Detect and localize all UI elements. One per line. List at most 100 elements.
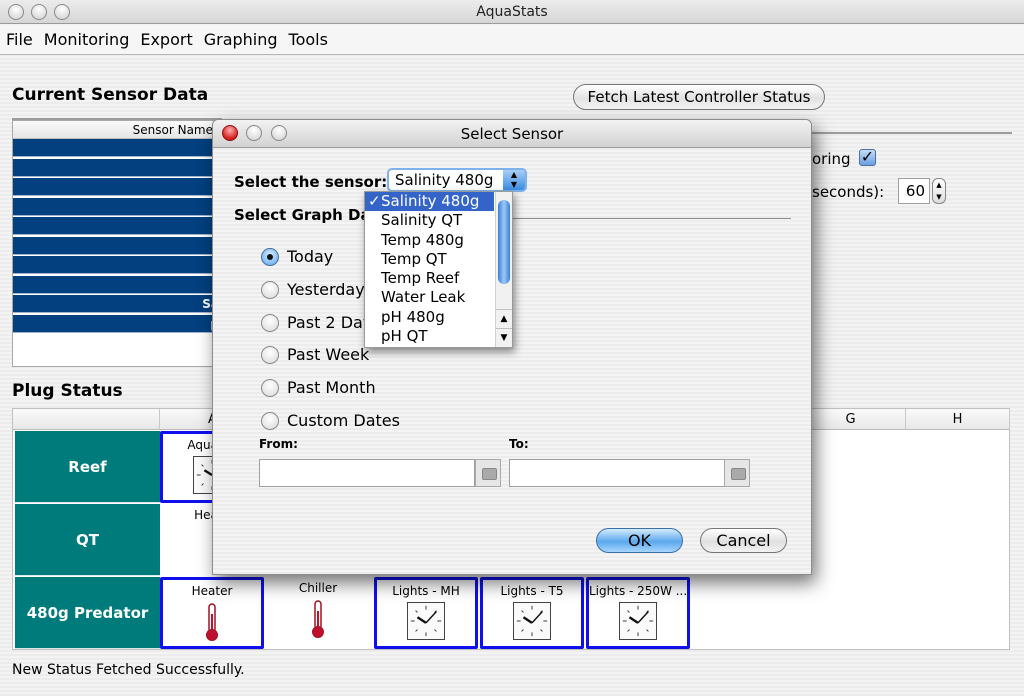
- dropdown-scrollbar[interactable]: ▲ ▼: [495, 192, 512, 347]
- radio-button[interactable]: [261, 411, 279, 430]
- scroll-up-icon[interactable]: ▲: [496, 309, 512, 327]
- dropdown-item[interactable]: pH QT: [365, 327, 512, 346]
- status-message: New Status Fetched Successfully.: [12, 662, 245, 678]
- to-calendar-icon[interactable]: [724, 459, 750, 487]
- plug-row-480g-predator[interactable]: 480g Predator: [15, 577, 160, 649]
- sensor-dropdown-list[interactable]: ✓ Salinity 480g Salinity QT Temp 480g Tem…: [364, 191, 513, 348]
- plug-status-title: Plug Status: [12, 381, 123, 401]
- radio-button[interactable]: [261, 378, 279, 397]
- scrollbar-thumb[interactable]: [498, 200, 510, 284]
- checkmark-icon: ✓: [368, 192, 381, 210]
- sensor-row[interactable]: [13, 178, 221, 196]
- dialog-zoom-button[interactable]: [271, 125, 287, 141]
- sensor-row[interactable]: [13, 217, 221, 235]
- plug-cell[interactable]: Lights - 250W ...: [586, 577, 690, 649]
- dialog-title: Select Sensor: [460, 125, 564, 143]
- sensor-row[interactable]: [13, 256, 221, 274]
- dropdown-item[interactable]: pH 480g: [365, 308, 512, 327]
- cancel-button[interactable]: Cancel: [700, 528, 787, 553]
- from-calendar-icon[interactable]: [475, 459, 501, 487]
- current-sensor-title: Current Sensor Data: [12, 85, 209, 105]
- plug-col-header[interactable]: [13, 409, 160, 430]
- plug-label: Chiller: [298, 581, 338, 595]
- range-past-2-days[interactable]: Past 2 Day: [261, 313, 372, 332]
- interval-field[interactable]: 60: [898, 178, 930, 204]
- to-date-field[interactable]: [509, 459, 725, 487]
- menu-file[interactable]: File: [6, 30, 33, 49]
- sensor-row[interactable]: Sa: [13, 295, 221, 313]
- sensor-row[interactable]: [13, 197, 221, 216]
- ok-button[interactable]: OK: [596, 528, 683, 553]
- dialog-titlebar: Select Sensor: [213, 120, 811, 148]
- sensor-row[interactable]: [13, 158, 221, 177]
- window-title: AquaStats: [476, 4, 548, 20]
- sensor-row[interactable]: p: [13, 314, 221, 333]
- sensor-row[interactable]: [13, 139, 221, 157]
- radio-button[interactable]: [261, 313, 279, 332]
- sensor-table[interactable]: Sensor Name Sa p: [12, 120, 222, 367]
- popup-arrows-icon: ▲ ▼: [503, 170, 525, 190]
- sensor-row[interactable]: [13, 275, 221, 294]
- menu-graphing[interactable]: Graphing: [204, 30, 278, 49]
- clock-icon: [513, 602, 551, 640]
- dropdown-item[interactable]: Temp QT: [365, 250, 512, 269]
- radio-label: Past 2 Day: [287, 313, 373, 332]
- plug-row-reef[interactable]: Reef: [15, 431, 160, 503]
- range-past-month[interactable]: Past Month: [261, 378, 376, 397]
- sensor-select-popup[interactable]: Salinity 480g ▲ ▼: [387, 168, 527, 192]
- thermometer-icon: [312, 600, 324, 638]
- radio-label: Custom Dates: [287, 411, 400, 430]
- close-window-button[interactable]: [8, 4, 24, 20]
- clock-icon: [619, 602, 657, 640]
- menu-tools[interactable]: Tools: [289, 30, 328, 49]
- radio-button[interactable]: [261, 280, 279, 299]
- interval-stepper[interactable]: ▲ ▼: [932, 178, 946, 204]
- to-label: To:: [509, 437, 529, 451]
- monitoring-checkbox[interactable]: ✓: [859, 149, 876, 166]
- radio-button[interactable]: [261, 247, 279, 266]
- radio-label: Past Month: [287, 378, 376, 397]
- plug-label: Lights - T5: [500, 584, 564, 598]
- sensor-select-label: Select the sensor:: [234, 173, 388, 191]
- plug-cell[interactable]: Lights - T5: [480, 577, 584, 649]
- radio-label: Yesterday: [287, 280, 365, 299]
- menu-monitoring[interactable]: Monitoring: [44, 30, 130, 49]
- menu-bar: File Monitoring Export Graphing Tools: [0, 25, 1024, 55]
- plug-cell[interactable]: Chiller: [266, 577, 370, 649]
- plug-col-header[interactable]: H: [906, 409, 1010, 430]
- sensor-select-value: Salinity 480g: [395, 171, 494, 189]
- radio-label: Today: [287, 247, 334, 266]
- fetch-status-button[interactable]: Fetch Latest Controller Status: [573, 84, 825, 110]
- radio-button[interactable]: [261, 345, 279, 364]
- dropdown-item-label: Salinity 480g: [381, 192, 480, 210]
- monitoring-label: oring: [812, 150, 851, 168]
- plug-col-header[interactable]: G: [796, 409, 906, 430]
- range-custom-dates[interactable]: Custom Dates: [261, 411, 400, 430]
- thermometer-icon: [206, 603, 218, 641]
- dropdown-item[interactable]: Water Leak: [365, 288, 512, 307]
- dialog-close-button[interactable]: [222, 125, 238, 141]
- minimize-window-button[interactable]: [31, 4, 47, 20]
- sensor-name-header[interactable]: Sensor Name: [13, 121, 221, 139]
- dropdown-item[interactable]: Temp Reef: [365, 269, 512, 288]
- sensor-row[interactable]: [13, 236, 221, 255]
- from-date-field[interactable]: [259, 459, 475, 487]
- from-label: From:: [259, 437, 298, 451]
- range-past-week[interactable]: Past Week: [261, 345, 369, 364]
- dropdown-item[interactable]: Temp 480g: [365, 231, 512, 250]
- plug-row-qt[interactable]: QT: [15, 504, 160, 576]
- clock-icon: [407, 602, 445, 640]
- divider: [800, 132, 1012, 134]
- plug-cell[interactable]: Heater: [160, 577, 264, 649]
- zoom-window-button[interactable]: [54, 4, 70, 20]
- scroll-down-icon[interactable]: ▼: [496, 328, 512, 346]
- dropdown-item[interactable]: ✓ Salinity 480g: [365, 192, 494, 212]
- menu-export[interactable]: Export: [140, 30, 192, 49]
- window-titlebar: AquaStats: [0, 0, 1024, 24]
- range-yesterday[interactable]: Yesterday: [261, 280, 365, 299]
- dialog-minimize-button[interactable]: [246, 125, 262, 141]
- range-today[interactable]: Today: [261, 247, 333, 266]
- interval-label: seconds):: [812, 183, 885, 201]
- plug-cell[interactable]: Lights - MH: [374, 577, 478, 649]
- dropdown-item[interactable]: Salinity QT: [365, 211, 512, 230]
